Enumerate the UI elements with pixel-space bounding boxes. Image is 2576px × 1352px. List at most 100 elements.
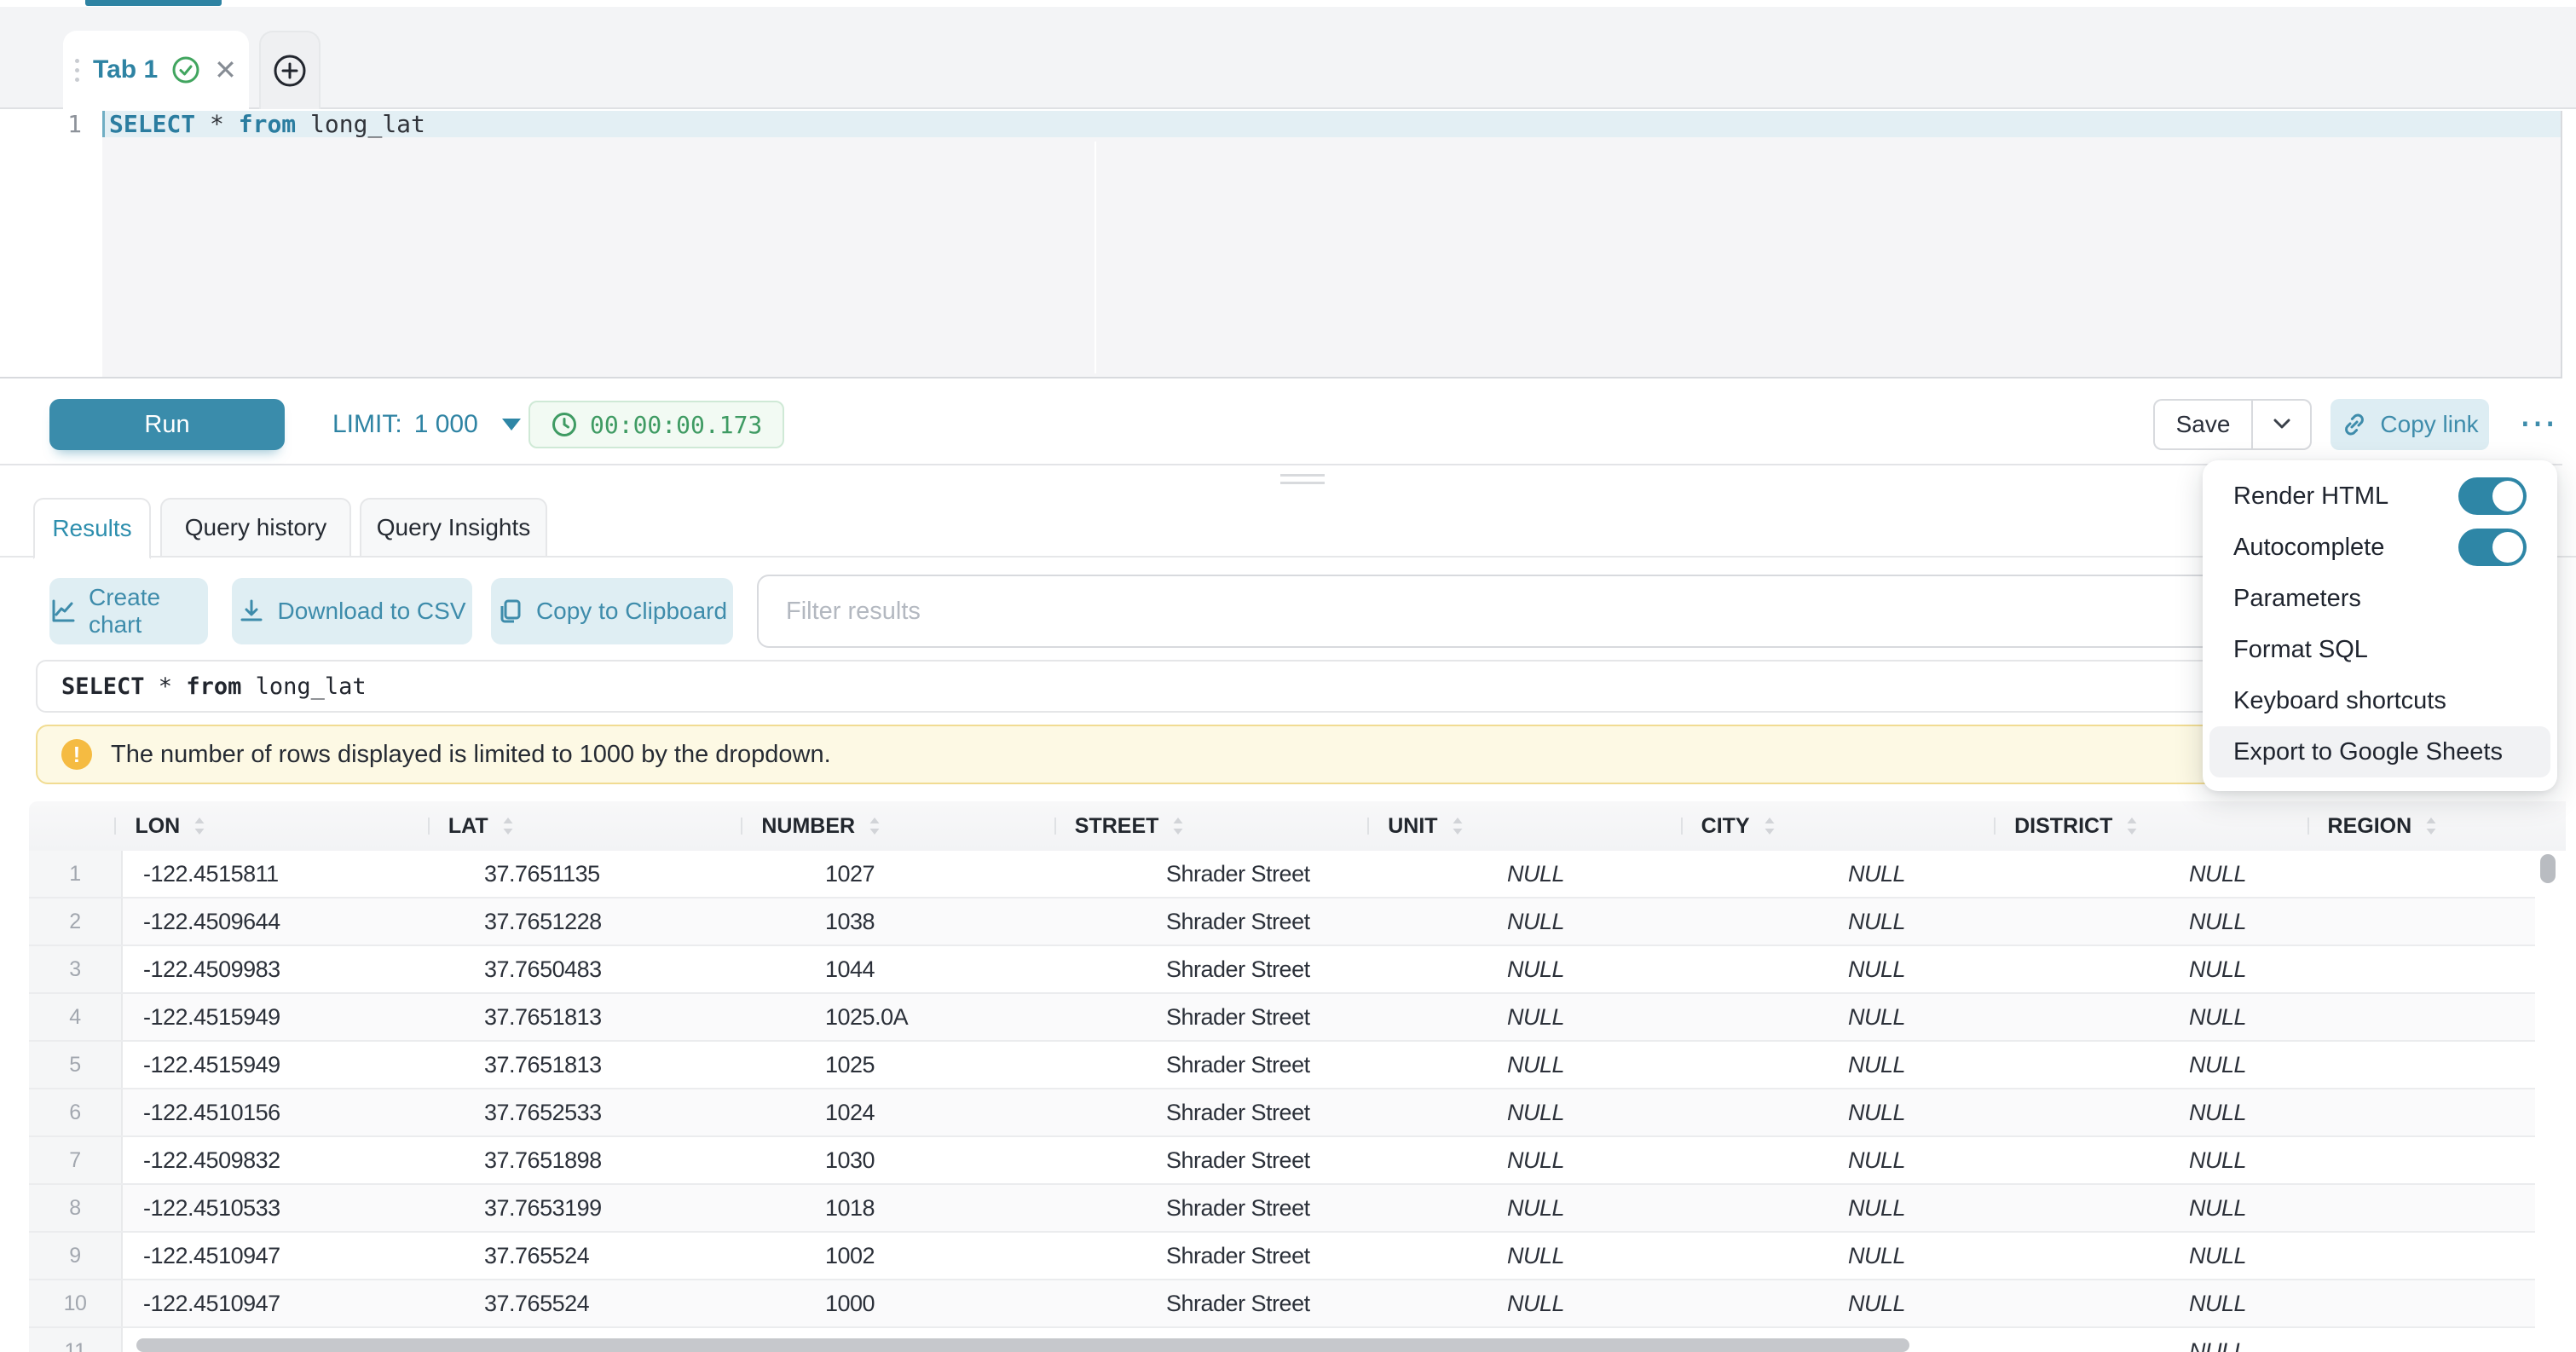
table-row[interactable]: 5-122.451594937.76518131025Shrader Stree… [29, 1042, 2535, 1089]
menu-item-label: Parameters [2233, 585, 2361, 613]
table-cell: 1000 [805, 1280, 1146, 1326]
table-row[interactable]: 1-122.451581137.76511351027Shrader Stree… [29, 851, 2535, 898]
table-cell: NULL [2169, 1089, 2510, 1135]
table-cell: Shrader Street [1146, 1233, 1487, 1279]
table-cell: -122.4510947 [123, 1280, 464, 1326]
more-options-button[interactable]: ⋯ [2511, 396, 2566, 450]
tab-query-history[interactable]: Query history [160, 498, 351, 558]
limit-value: 1 000 [414, 410, 478, 439]
results-tab-bar: Results Query history Query Insights [0, 498, 2576, 558]
options-dropdown-menu: Render HTMLAutocomplete Parameters Format … [2203, 460, 2557, 791]
filter-placeholder: Filter results [786, 598, 921, 626]
run-button[interactable]: Run [49, 399, 285, 450]
header-row-number [29, 801, 114, 851]
clipboard-icon [497, 598, 524, 625]
table-row[interactable]: 8-122.451053337.76531991018Shrader Stree… [29, 1185, 2535, 1233]
menu-item-render-html[interactable]: Render HTML [2209, 471, 2550, 522]
table-cell: Shrader Street [1146, 851, 1487, 897]
table-row[interactable]: 9-122.451094737.7655241002Shrader Street… [29, 1233, 2535, 1280]
table-cell: NULL [1487, 1089, 1828, 1135]
table-cell: NULL [1828, 1185, 2169, 1231]
save-options-button[interactable] [2252, 399, 2312, 450]
menu-item-export-to-google-sheets[interactable]: Export to Google Sheets [2209, 726, 2550, 777]
copy-clipboard-label: Copy to Clipboard [536, 598, 727, 625]
header-cell-street[interactable]: STREET [1054, 801, 1367, 851]
sort-icon[interactable] [2126, 817, 2138, 835]
sort-icon[interactable] [869, 817, 881, 835]
table-cell: NULL [2169, 1042, 2510, 1088]
sort-icon[interactable] [193, 817, 205, 835]
toggle-switch[interactable] [2458, 529, 2527, 566]
sort-icon[interactable] [2425, 817, 2437, 835]
query-timer-badge: 00:00:00.173 [528, 401, 784, 448]
table-cell: Shrader Street [1146, 994, 1487, 1040]
header-cell-city[interactable]: CITY [1681, 801, 1994, 851]
table-cell: 1002 [805, 1233, 1146, 1279]
table-cell: NULL [1487, 1137, 1828, 1183]
close-tab-icon[interactable]: ✕ [214, 56, 237, 84]
menu-item-format-sql[interactable]: Format SQL [2209, 624, 2550, 675]
menu-item-parameters[interactable]: Parameters [2209, 573, 2550, 624]
tab-1[interactable]: Tab 1 ✕ [63, 31, 249, 109]
copy-link-button[interactable]: Copy link [2331, 399, 2489, 450]
table-cell: NULL [2169, 851, 2510, 897]
vertical-scrollbar[interactable] [2540, 852, 2556, 1350]
table-row[interactable]: 3-122.450998337.76504831044Shrader Stree… [29, 946, 2535, 994]
download-csv-button[interactable]: Download to CSV [232, 578, 472, 644]
sort-icon[interactable] [1172, 817, 1184, 835]
sort-icon[interactable] [502, 817, 514, 835]
save-button[interactable]: Save [2153, 399, 2252, 450]
editor-pane-divider [1095, 142, 1096, 373]
copy-clipboard-button[interactable]: Copy to Clipboard [491, 578, 733, 644]
vertical-scrollbar-thumb[interactable] [2540, 854, 2556, 883]
editor-gutter [0, 111, 102, 377]
menu-item-keyboard-shortcuts[interactable]: Keyboard shortcuts [2209, 675, 2550, 726]
panel-resize-handle[interactable] [1280, 474, 1325, 489]
header-cell-lat[interactable]: LAT [428, 801, 741, 851]
timer-value: 00:00:00.173 [590, 411, 762, 439]
sql-editor[interactable]: 1 SELECT * from long_lat [0, 111, 2562, 378]
table-cell: 37.7651813 [464, 1042, 805, 1088]
header-cell-unit[interactable]: UNIT [1367, 801, 1680, 851]
table-cell: NULL [2169, 994, 2510, 1040]
table-cell: 37.7651228 [464, 898, 805, 945]
table-cell: NULL [2169, 898, 2510, 945]
table-cell: NULL [1828, 851, 2169, 897]
table-row[interactable]: 4-122.451594937.76518131025.0AShrader St… [29, 994, 2535, 1042]
header-cell-region[interactable]: REGION [2307, 801, 2566, 851]
tab-query-insights[interactable]: Query Insights [360, 498, 547, 558]
results-panel: Results Query history Query Insights Cre… [0, 467, 2576, 1350]
tab-results[interactable]: Results [33, 498, 151, 559]
menu-item-label: Export to Google Sheets [2233, 738, 2503, 766]
sort-icon[interactable] [1452, 817, 1464, 835]
download-icon [238, 598, 265, 625]
table-row[interactable]: 7-122.450983237.76518981030Shrader Stree… [29, 1137, 2535, 1185]
menu-item-autocomplete[interactable]: Autocomplete [2209, 522, 2550, 573]
editor-code-line[interactable]: SELECT * from long_lat [109, 111, 425, 137]
table-cell: NULL [1828, 1089, 2169, 1135]
caret-down-icon [502, 419, 521, 430]
column-label: DISTRICT [2014, 814, 2112, 839]
header-cell-district[interactable]: DISTRICT [1994, 801, 2307, 851]
limit-dropdown[interactable]: LIMIT: 1 000 [332, 399, 521, 450]
tab-label: Tab 1 [93, 55, 158, 84]
table-cell: NULL [1828, 898, 2169, 945]
table-cell: NULL [1828, 994, 2169, 1040]
table-row[interactable]: 2-122.450964437.76512281038Shrader Stree… [29, 898, 2535, 946]
toggle-switch[interactable] [2458, 477, 2527, 515]
table-cell: 1038 [805, 898, 1146, 945]
executed-query-bar: SELECT * from long_lat [36, 660, 2549, 713]
table-row[interactable]: 10-122.451094737.7655241000Shrader Stree… [29, 1280, 2535, 1328]
add-tab-button[interactable] [259, 31, 321, 109]
table-cell: NULL [2169, 1137, 2510, 1183]
sort-icon[interactable] [1764, 817, 1776, 835]
header-cell-lon[interactable]: LON [114, 801, 427, 851]
row-number-cell: 6 [29, 1089, 123, 1135]
header-cell-number[interactable]: NUMBER [741, 801, 1054, 851]
table-cell: Shrader Street [1146, 1089, 1487, 1135]
table-cell: 1027 [805, 851, 1146, 897]
drag-grip-icon[interactable] [75, 59, 79, 82]
create-chart-button[interactable]: Create chart [49, 578, 208, 644]
table-cell: 1030 [805, 1137, 1146, 1183]
table-row[interactable]: 6-122.451015637.76525331024Shrader Stree… [29, 1089, 2535, 1137]
